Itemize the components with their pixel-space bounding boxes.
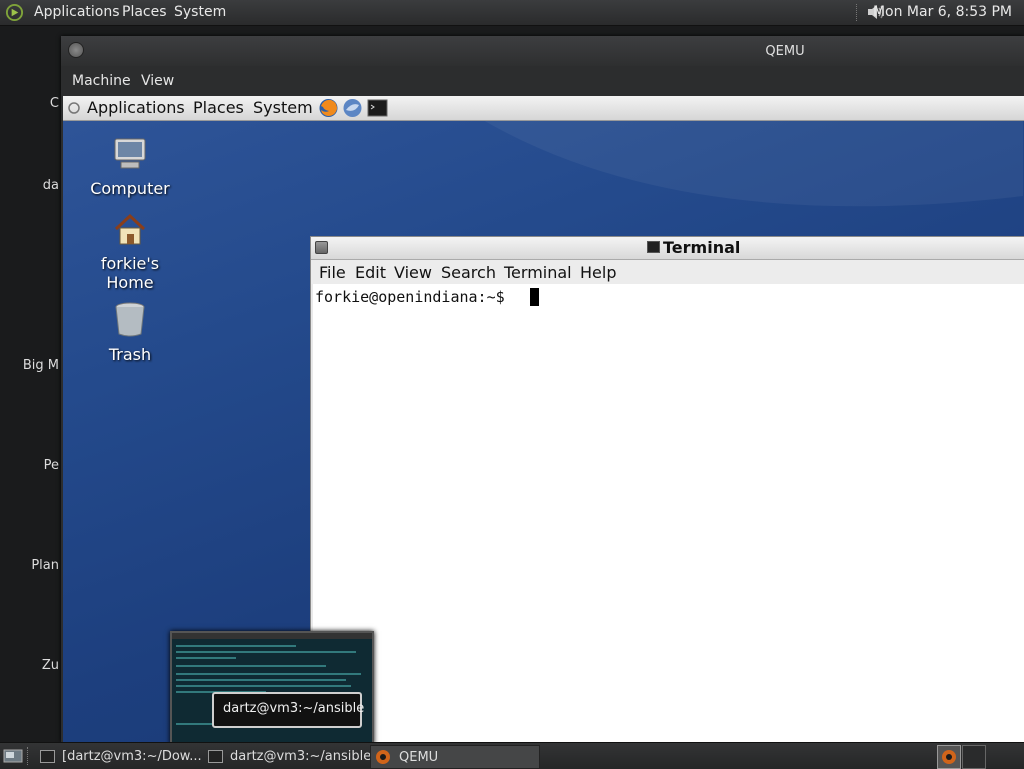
host-menu-system[interactable]: System xyxy=(174,4,226,20)
terminal-menu-help[interactable]: Help xyxy=(580,263,616,282)
thunderbird-icon[interactable] xyxy=(342,98,363,118)
host-desktop-label: Pe xyxy=(43,458,59,473)
distro-logo-icon[interactable] xyxy=(5,3,24,22)
home-icon xyxy=(114,213,146,245)
terminal-output[interactable]: forkie@openindiana:~$ xyxy=(313,284,1024,742)
terminal-menu-file[interactable]: File xyxy=(319,263,346,282)
task-label: dartz@vm3:~/ansible xyxy=(230,749,372,764)
preview-text-line xyxy=(176,685,351,687)
tooltip-text: dartz@vm3:~/ansible xyxy=(223,701,365,716)
desktop-icon-label: Computer xyxy=(90,179,170,198)
qemu-menu-machine[interactable]: Machine xyxy=(72,73,131,89)
show-desktop-icon[interactable] xyxy=(3,748,23,764)
task-label: [dartz@vm3:~/Dow... xyxy=(62,749,202,764)
host-desktop-label: Zu xyxy=(41,658,59,673)
desktop-icon-computer[interactable]: Computer xyxy=(75,136,185,198)
desktop-icon-label: Home xyxy=(106,273,154,292)
guest-menu-places[interactable]: Places xyxy=(193,98,244,117)
qemu-icon xyxy=(942,750,956,764)
qemu-window-title: QEMU xyxy=(765,44,805,59)
guest-menu-applications[interactable]: Applications xyxy=(87,98,185,117)
terminal-icon xyxy=(208,750,223,763)
preview-text-line xyxy=(176,657,236,659)
terminal-menu-search[interactable]: Search xyxy=(441,263,496,282)
desktop-icon-trash[interactable]: Trash xyxy=(75,300,185,364)
preview-titlebar xyxy=(172,633,372,639)
preview-text-line xyxy=(176,679,346,681)
workspace-switcher[interactable] xyxy=(962,745,986,769)
terminal-window: Terminal File Edit View Search Terminal … xyxy=(310,236,1024,742)
host-desktop-label: Plan xyxy=(31,558,59,573)
preview-text-line xyxy=(176,651,356,653)
guest-menu-system[interactable]: System xyxy=(253,98,313,117)
host-desktop-label: da xyxy=(42,178,59,193)
desktop-icon-label: Trash xyxy=(108,345,152,364)
panel-separator xyxy=(27,747,30,765)
taskbar-task[interactable]: dartz@vm3:~/ansible xyxy=(204,745,372,767)
preview-text-line xyxy=(176,645,296,647)
terminal-menubar: File Edit View Search Terminal Help xyxy=(311,260,1024,284)
terminal-icon xyxy=(40,750,55,763)
guest-top-panel: Applications Places System xyxy=(63,96,1024,121)
clock[interactable]: Mon Mar 6, 8:53 PM xyxy=(873,4,1012,20)
terminal-title-icon xyxy=(647,241,660,253)
preview-text-line xyxy=(176,673,361,675)
host-menu-applications[interactable]: Applications xyxy=(34,4,120,20)
qemu-titlebar[interactable]: QEMU xyxy=(61,36,1024,66)
workspace-switcher[interactable] xyxy=(937,745,961,769)
qemu-menubar: Machine View xyxy=(61,66,1024,94)
preview-tooltip: dartz@vm3:~/ansible xyxy=(212,692,365,728)
terminal-menu-edit[interactable]: Edit xyxy=(355,263,386,282)
qemu-icon xyxy=(376,750,390,764)
shell-prompt: forkie@openindiana:~$ xyxy=(315,288,514,306)
foot-logo-icon[interactable] xyxy=(66,101,82,115)
trash-icon xyxy=(115,302,145,337)
window-menu-icon[interactable] xyxy=(315,241,328,254)
preview-text-line xyxy=(176,723,216,725)
host-desktop-label: Big M xyxy=(22,358,59,373)
terminal-menu-terminal[interactable]: Terminal xyxy=(504,263,572,282)
taskbar-task-active[interactable]: QEMU xyxy=(370,745,540,769)
firefox-icon[interactable] xyxy=(318,98,339,118)
desktop-icon-home[interactable]: forkie's Home xyxy=(75,211,185,292)
text-cursor xyxy=(530,288,539,306)
taskbar-task[interactable]: [dartz@vm3:~/Dow... xyxy=(36,745,202,767)
desktop-icon-label: forkie's xyxy=(100,254,160,273)
task-label: QEMU xyxy=(399,750,439,765)
terminal-title: Terminal xyxy=(663,238,741,257)
computer-icon xyxy=(114,138,146,169)
qemu-menu-view[interactable]: View xyxy=(141,73,174,89)
terminal-menu-view[interactable]: View xyxy=(394,263,432,282)
host-menu-places[interactable]: Places xyxy=(122,4,167,20)
host-desktop-label: C xyxy=(49,96,59,111)
terminal-icon[interactable] xyxy=(367,98,388,118)
host-top-panel: Applications Places System Mon Mar 6, 8:… xyxy=(0,0,1024,26)
host-bottom-panel: [dartz@vm3:~/Dow... dartz@vm3:~/ansible … xyxy=(0,742,1024,769)
preview-text-line xyxy=(176,665,326,667)
panel-separator xyxy=(856,4,859,21)
terminal-titlebar[interactable]: Terminal xyxy=(311,237,1024,260)
